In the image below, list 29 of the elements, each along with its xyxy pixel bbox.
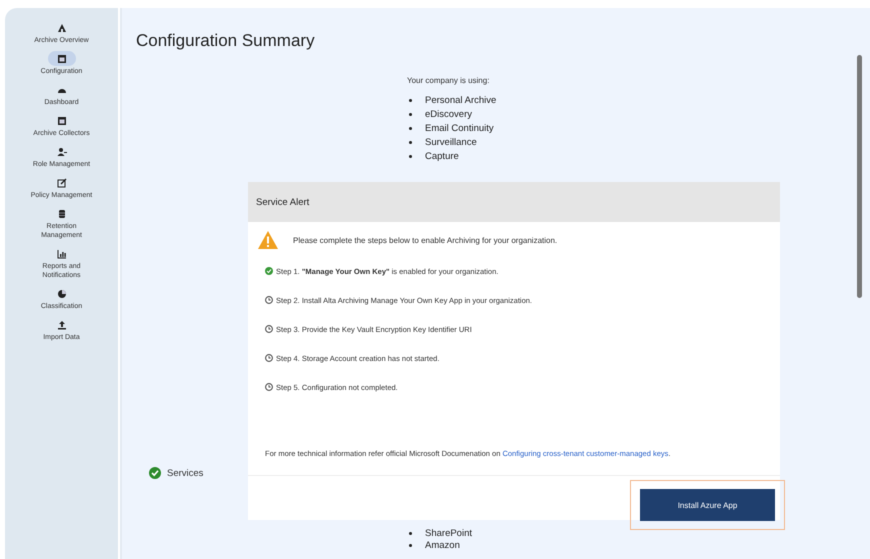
- install-button[interactable]: Install Azure App: [640, 489, 775, 521]
- service-item: Amazon: [425, 540, 460, 550]
- warning-icon: [257, 230, 279, 250]
- warning-message: Please complete the steps below to enable Archiving for your organization.: [293, 236, 558, 244]
- product-item: Email Continuity: [425, 122, 494, 134]
- pie-icon: [56, 288, 66, 298]
- database-icon: [56, 208, 66, 218]
- upload-icon: [56, 320, 66, 330]
- service-item: SharePoint: [425, 528, 472, 538]
- bullet-icon: [409, 154, 412, 158]
- product-item: Capture: [425, 150, 459, 162]
- section-label: Services: [167, 468, 204, 478]
- page-title: Configuration Summary: [135, 30, 316, 51]
- window-icon: [56, 116, 66, 126]
- edit-icon: [56, 178, 66, 188]
- scrollbar-thumb[interactable]: [857, 55, 862, 298]
- bullet-icon: [409, 140, 412, 144]
- dialog-title: Service Alert: [256, 196, 310, 208]
- window-icon: [56, 54, 66, 64]
- chart-icon: [56, 248, 66, 258]
- bullet-icon: [409, 98, 412, 102]
- bullet-icon: [409, 126, 412, 130]
- product-item: eDiscovery: [425, 108, 472, 120]
- bullet-icon: [409, 112, 412, 116]
- bullet-icon: [409, 532, 412, 534]
- product-item: Personal Archive: [425, 94, 496, 106]
- bullet-icon: [409, 544, 412, 546]
- product-item: Surveillance: [425, 136, 477, 148]
- intro-text: Your company is using:: [407, 76, 490, 85]
